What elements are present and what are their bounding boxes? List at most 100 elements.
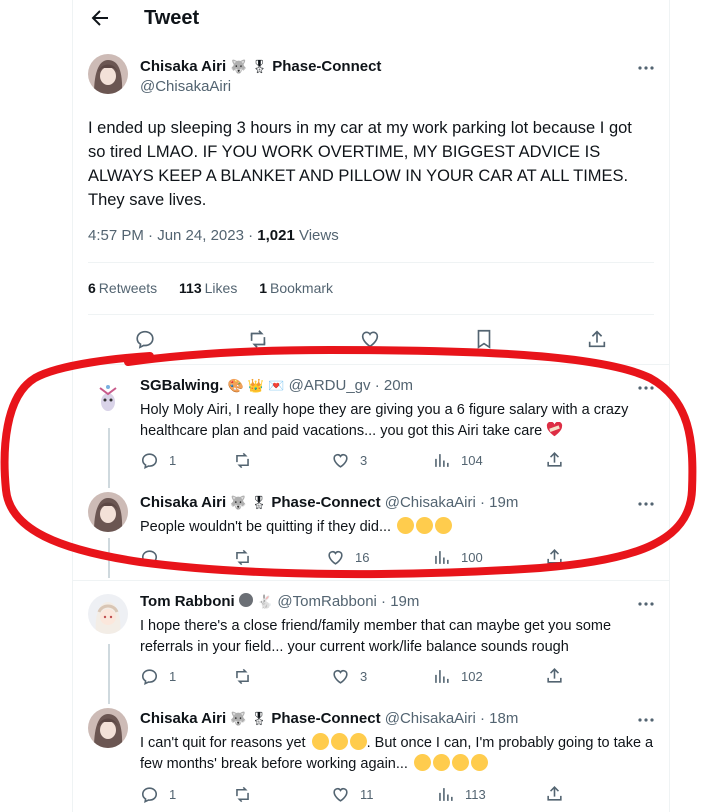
rabbit-icon: 🐇 xyxy=(257,594,274,609)
views-count[interactable]: 104 xyxy=(432,451,483,470)
reply-handle[interactable]: @ChisakaAiri xyxy=(385,710,476,727)
thread-line xyxy=(108,644,110,704)
more-options-icon[interactable] xyxy=(636,710,656,730)
reply-time[interactable]: · 19m xyxy=(480,494,518,511)
teary-face-icon xyxy=(311,733,329,750)
views-count[interactable]: 113 xyxy=(436,785,486,804)
share-icon[interactable] xyxy=(545,666,564,685)
reply-author-name[interactable]: Chisaka Airi xyxy=(140,710,226,727)
like-count[interactable]: 3 xyxy=(331,451,367,470)
reply-count[interactable]: 1 xyxy=(140,667,176,686)
analytics-icon xyxy=(435,454,449,467)
bookmark-icon[interactable] xyxy=(473,328,495,350)
share-icon[interactable] xyxy=(545,784,564,803)
divider xyxy=(72,580,670,581)
retweet-icon[interactable] xyxy=(247,328,269,350)
reply-author-affiliation: Phase-Connect xyxy=(271,710,381,727)
reply-chisaka-1[interactable]: Chisaka Airi 🐺 🎖 Phase-Connect @ChisakaA… xyxy=(140,494,660,538)
more-options-icon[interactable] xyxy=(636,378,656,398)
like-icon[interactable] xyxy=(359,328,381,350)
reply-icon xyxy=(141,669,158,686)
reply-handle[interactable]: @TomRabboni xyxy=(277,593,376,610)
reply-chisaka-2[interactable]: Chisaka Airi 🐺 🎖 Phase-Connect @ChisakaA… xyxy=(140,710,660,775)
author-block: Chisaka Airi 🐺 🎖 Phase-Connect @ChisakaA… xyxy=(140,58,381,95)
reply-author-name[interactable]: Tom Rabboni xyxy=(140,593,235,610)
page-title: Tweet xyxy=(144,7,200,29)
tweet-stats: 6 Retweets 113 Likes 1 Bookmark xyxy=(88,280,351,296)
medal-icon: 🎖 xyxy=(251,59,268,74)
views-label: Views xyxy=(294,227,339,244)
more-options-icon[interactable] xyxy=(636,494,656,514)
reply-count[interactable] xyxy=(140,548,169,567)
share-icon[interactable] xyxy=(545,547,564,566)
avatar[interactable] xyxy=(88,708,128,748)
reply-time[interactable]: · 18m xyxy=(480,710,518,727)
avatar[interactable] xyxy=(88,492,128,532)
reply-icon xyxy=(141,787,158,804)
reply-author-affiliation: Phase-Connect xyxy=(271,494,381,511)
retweet-count[interactable] xyxy=(233,667,262,686)
tired-face-icon xyxy=(413,754,431,771)
retweet-count[interactable] xyxy=(233,785,262,804)
tweet-meta: 4:57 PM · Jun 24, 2023 · 1,021 Views xyxy=(88,227,339,244)
retweet-count[interactable] xyxy=(233,451,262,470)
views-count[interactable]: 102 xyxy=(432,667,483,686)
like-icon xyxy=(333,669,348,684)
avatar[interactable] xyxy=(88,378,128,418)
reply-count[interactable]: 1 xyxy=(140,785,176,804)
more-options-icon[interactable] xyxy=(636,594,656,614)
teary-face-icon xyxy=(416,517,434,534)
analytics-icon xyxy=(435,551,449,564)
like-count[interactable]: 11 xyxy=(331,785,374,804)
like-count[interactable]: 3 xyxy=(331,667,367,686)
tweet-text: I ended up sleeping 3 hours in my car at… xyxy=(88,119,632,209)
reply-text: People wouldn't be quitting if they did.… xyxy=(140,519,392,535)
author-handle[interactable]: @ChisakaAiri xyxy=(140,78,381,95)
reply-handle[interactable]: @ARDU_gv xyxy=(289,377,371,394)
divider xyxy=(72,364,670,365)
retweet-icon xyxy=(236,549,249,566)
reply-text: I hope there's a close friend/family mem… xyxy=(140,618,612,655)
thread-line xyxy=(108,538,110,578)
like-icon xyxy=(333,453,348,468)
reply-sgbalwing[interactable]: SGBalwing. 🎨 👑 💌 @ARDU_gv · 20m Holy Mol… xyxy=(140,377,660,442)
bookmarks-stat[interactable]: 1 Bookmark xyxy=(259,280,333,296)
teary-face-icon xyxy=(349,733,367,750)
header: Tweet xyxy=(72,0,670,38)
reply-tomrabboni[interactable]: Tom Rabboni 🐇 @TomRabboni · 19m I hope t… xyxy=(140,593,660,658)
retweet-icon xyxy=(236,452,249,469)
thread-line xyxy=(108,428,110,488)
more-options-icon[interactable] xyxy=(636,58,656,78)
like-count[interactable]: 16 xyxy=(326,548,369,567)
reply-count[interactable]: 1 xyxy=(140,451,176,470)
retweet-count[interactable] xyxy=(233,548,262,567)
reply-icon[interactable] xyxy=(134,328,156,350)
reply-author-name[interactable]: Chisaka Airi xyxy=(140,494,226,511)
avatar[interactable] xyxy=(88,54,128,94)
retweets-stat[interactable]: 6 Retweets xyxy=(88,280,157,296)
black-circle-icon xyxy=(238,593,253,607)
reply-time[interactable]: · 19m xyxy=(381,593,419,610)
divider xyxy=(88,314,654,315)
like-icon xyxy=(328,550,343,565)
palette-icon: 🎨 xyxy=(227,378,244,393)
wolf-icon: 🐺 xyxy=(230,59,247,74)
tweet-timestamp[interactable]: 4:57 PM · Jun 24, 2023 · xyxy=(88,227,257,244)
share-icon[interactable] xyxy=(586,328,608,350)
back-arrow-icon[interactable] xyxy=(88,6,112,30)
author-affiliation: Phase-Connect xyxy=(272,58,382,75)
love-letter-icon: 💌 xyxy=(268,378,285,393)
likes-stat[interactable]: 113 Likes xyxy=(179,280,237,296)
teary-face-icon xyxy=(435,517,453,534)
share-icon[interactable] xyxy=(545,450,564,469)
medal-icon: 🎖 xyxy=(250,711,268,726)
reply-author-name[interactable]: SGBalwing. xyxy=(140,377,223,394)
tired-face-icon xyxy=(470,754,488,771)
reply-handle[interactable]: @ChisakaAiri xyxy=(385,494,476,511)
author-name[interactable]: Chisaka Airi xyxy=(140,58,226,75)
tired-face-icon xyxy=(451,754,469,771)
reply-time[interactable]: · 20m xyxy=(375,377,413,394)
reply-icon xyxy=(141,550,158,567)
views-count[interactable]: 100 xyxy=(432,548,483,567)
avatar[interactable] xyxy=(88,594,128,634)
